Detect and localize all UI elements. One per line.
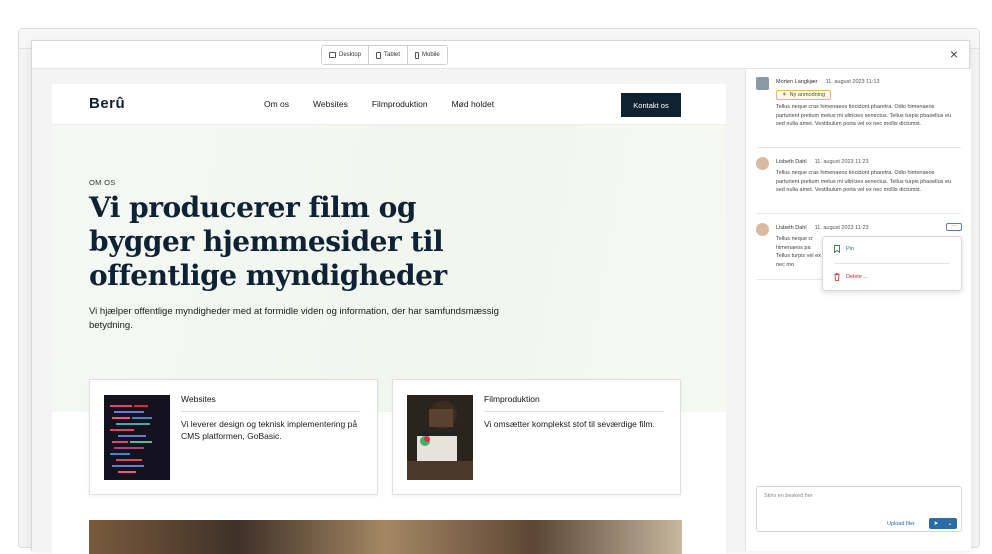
comment-date: 11. august 2023 11:13 — [825, 79, 880, 85]
nav-link-filmproduktion[interactable]: Filmproduktion — [372, 99, 428, 109]
preview-canvas: Berû Om os Websites Filmproduktion Mød h… — [32, 69, 745, 554]
comment-author: Morten Langkjær — [776, 79, 818, 85]
monitor-icon — [329, 52, 336, 58]
avatar — [756, 77, 769, 90]
hero-eyebrow: OM OS — [89, 178, 116, 187]
comment-divider — [756, 213, 961, 214]
menu-item-pin-label: Pin — [846, 246, 854, 252]
modal-topbar: Desktop Tablet Mobile × — [32, 41, 969, 69]
sparkle-icon: ✳ — [782, 92, 787, 98]
comment-text: Tellus neque cras himenaeos tincidunt ph… — [776, 104, 952, 127]
upload-files-link[interactable]: Upload filer — [887, 521, 915, 527]
hero-headline: Vi producerer film og bygger hjemmesider… — [89, 191, 447, 292]
comment-date: 11. august 2023 11:23 — [814, 225, 869, 231]
menu-item-delete-label: Delete ... — [846, 274, 869, 280]
menu-divider — [834, 263, 950, 264]
contact-button[interactable]: Kontakt os — [621, 93, 681, 117]
device-desktop-label: Desktop — [339, 52, 362, 58]
menu-item-delete[interactable]: Delete ... — [834, 273, 868, 281]
comment-actions-menu: Pin Delete ... — [822, 236, 962, 291]
device-switcher: Desktop Tablet Mobile — [321, 45, 448, 65]
comment-text: Tellus neque cr himenaeos pa Tellus turp… — [776, 236, 821, 268]
nav-link-om-os[interactable]: Om os — [264, 99, 289, 109]
device-mobile-label: Mobile — [422, 52, 440, 58]
comment-author: Lisbeth Dahl — [776, 225, 807, 231]
clapperboard-thumbnail — [407, 395, 473, 480]
card-divider — [181, 411, 360, 412]
preview-modal: Desktop Tablet Mobile × Berû Om os Websi… — [31, 40, 971, 554]
close-icon[interactable]: × — [947, 47, 961, 61]
service-card-websites[interactable]: Websites Vi leverer design og teknisk im… — [89, 379, 378, 495]
menu-item-pin[interactable]: Pin — [834, 245, 854, 253]
comment-author: Lisbeth Dahl — [776, 159, 807, 165]
bookmark-icon — [834, 245, 840, 253]
card-title: Websites — [181, 394, 216, 404]
device-desktop-button[interactable]: Desktop — [322, 46, 370, 64]
mobile-icon — [415, 51, 420, 59]
device-tablet-label: Tablet — [384, 52, 401, 58]
device-mobile-button[interactable]: Mobile — [408, 46, 447, 64]
chevron-down-icon[interactable]: ⌄ — [947, 520, 952, 527]
device-tablet-button[interactable]: Tablet — [369, 46, 409, 64]
comment-composer[interactable]: Skriv en besked her Upload filer ➤ ⌄ — [756, 486, 962, 532]
comment-meta: Lisbeth Dahl 11. august 2023 11:23 — [776, 225, 869, 231]
trash-icon — [834, 273, 840, 281]
nav-link-websites[interactable]: Websites — [313, 99, 348, 109]
avatar — [756, 157, 769, 170]
comment-date: 11. august 2023 11:23 — [814, 159, 869, 165]
comments-panel: Morten Langkjær 11. august 2023 11:13 ✳ Ny… — [745, 69, 971, 551]
send-button[interactable]: ➤ ⌄ — [929, 518, 957, 529]
status-badge-label: Ny anmodning — [789, 92, 826, 98]
site-nav: Berû Om os Websites Filmproduktion Mød h… — [52, 84, 726, 125]
comment-item: Lisbeth Dahl 11. august 2023 11:23 Tellus… — [756, 157, 961, 213]
avatar — [756, 223, 769, 236]
comment-meta: Morten Langkjær 11. august 2023 11:13 — [776, 79, 880, 85]
comment-item: Morten Langkjær 11. august 2023 11:13 ✳ Ny… — [756, 77, 961, 147]
comment-text: Tellus neque cras himenaeos tincidunt ph… — [776, 170, 952, 193]
tablet-icon — [376, 51, 382, 59]
website-preview: Berû Om os Websites Filmproduktion Mød h… — [52, 84, 726, 554]
team-photo — [89, 520, 682, 554]
hero-lead: Vi hjælper offentlige myndigheder med at… — [89, 306, 499, 331]
card-description: Vi omsætter komplekst stof til seværdige… — [484, 419, 655, 429]
site-nav-links: Om os Websites Filmproduktion Mød holdet — [264, 99, 494, 109]
status-badge[interactable]: ✳ Ny anmodning — [776, 90, 832, 100]
hero-section: OM OS Vi producerer film og bygger hjemm… — [52, 125, 726, 412]
nav-link-mod-holdet[interactable]: Mød holdet — [452, 99, 495, 109]
comment-meta: Lisbeth Dahl 11. august 2023 11:23 — [776, 159, 869, 165]
site-logo[interactable]: Berû — [89, 95, 125, 112]
code-thumbnail — [104, 395, 170, 480]
card-description: Vi leverer design og teknisk implementer… — [181, 419, 358, 441]
card-title: Filmproduktion — [484, 394, 540, 404]
more-options-button[interactable]: ··· — [946, 223, 962, 231]
card-divider — [484, 411, 663, 412]
send-icon: ➤ — [933, 521, 939, 527]
composer-placeholder[interactable]: Skriv en besked her — [764, 493, 813, 499]
comment-divider — [756, 147, 961, 148]
service-card-filmproduktion[interactable]: Filmproduktion Vi omsætter komplekst sto… — [392, 379, 681, 495]
